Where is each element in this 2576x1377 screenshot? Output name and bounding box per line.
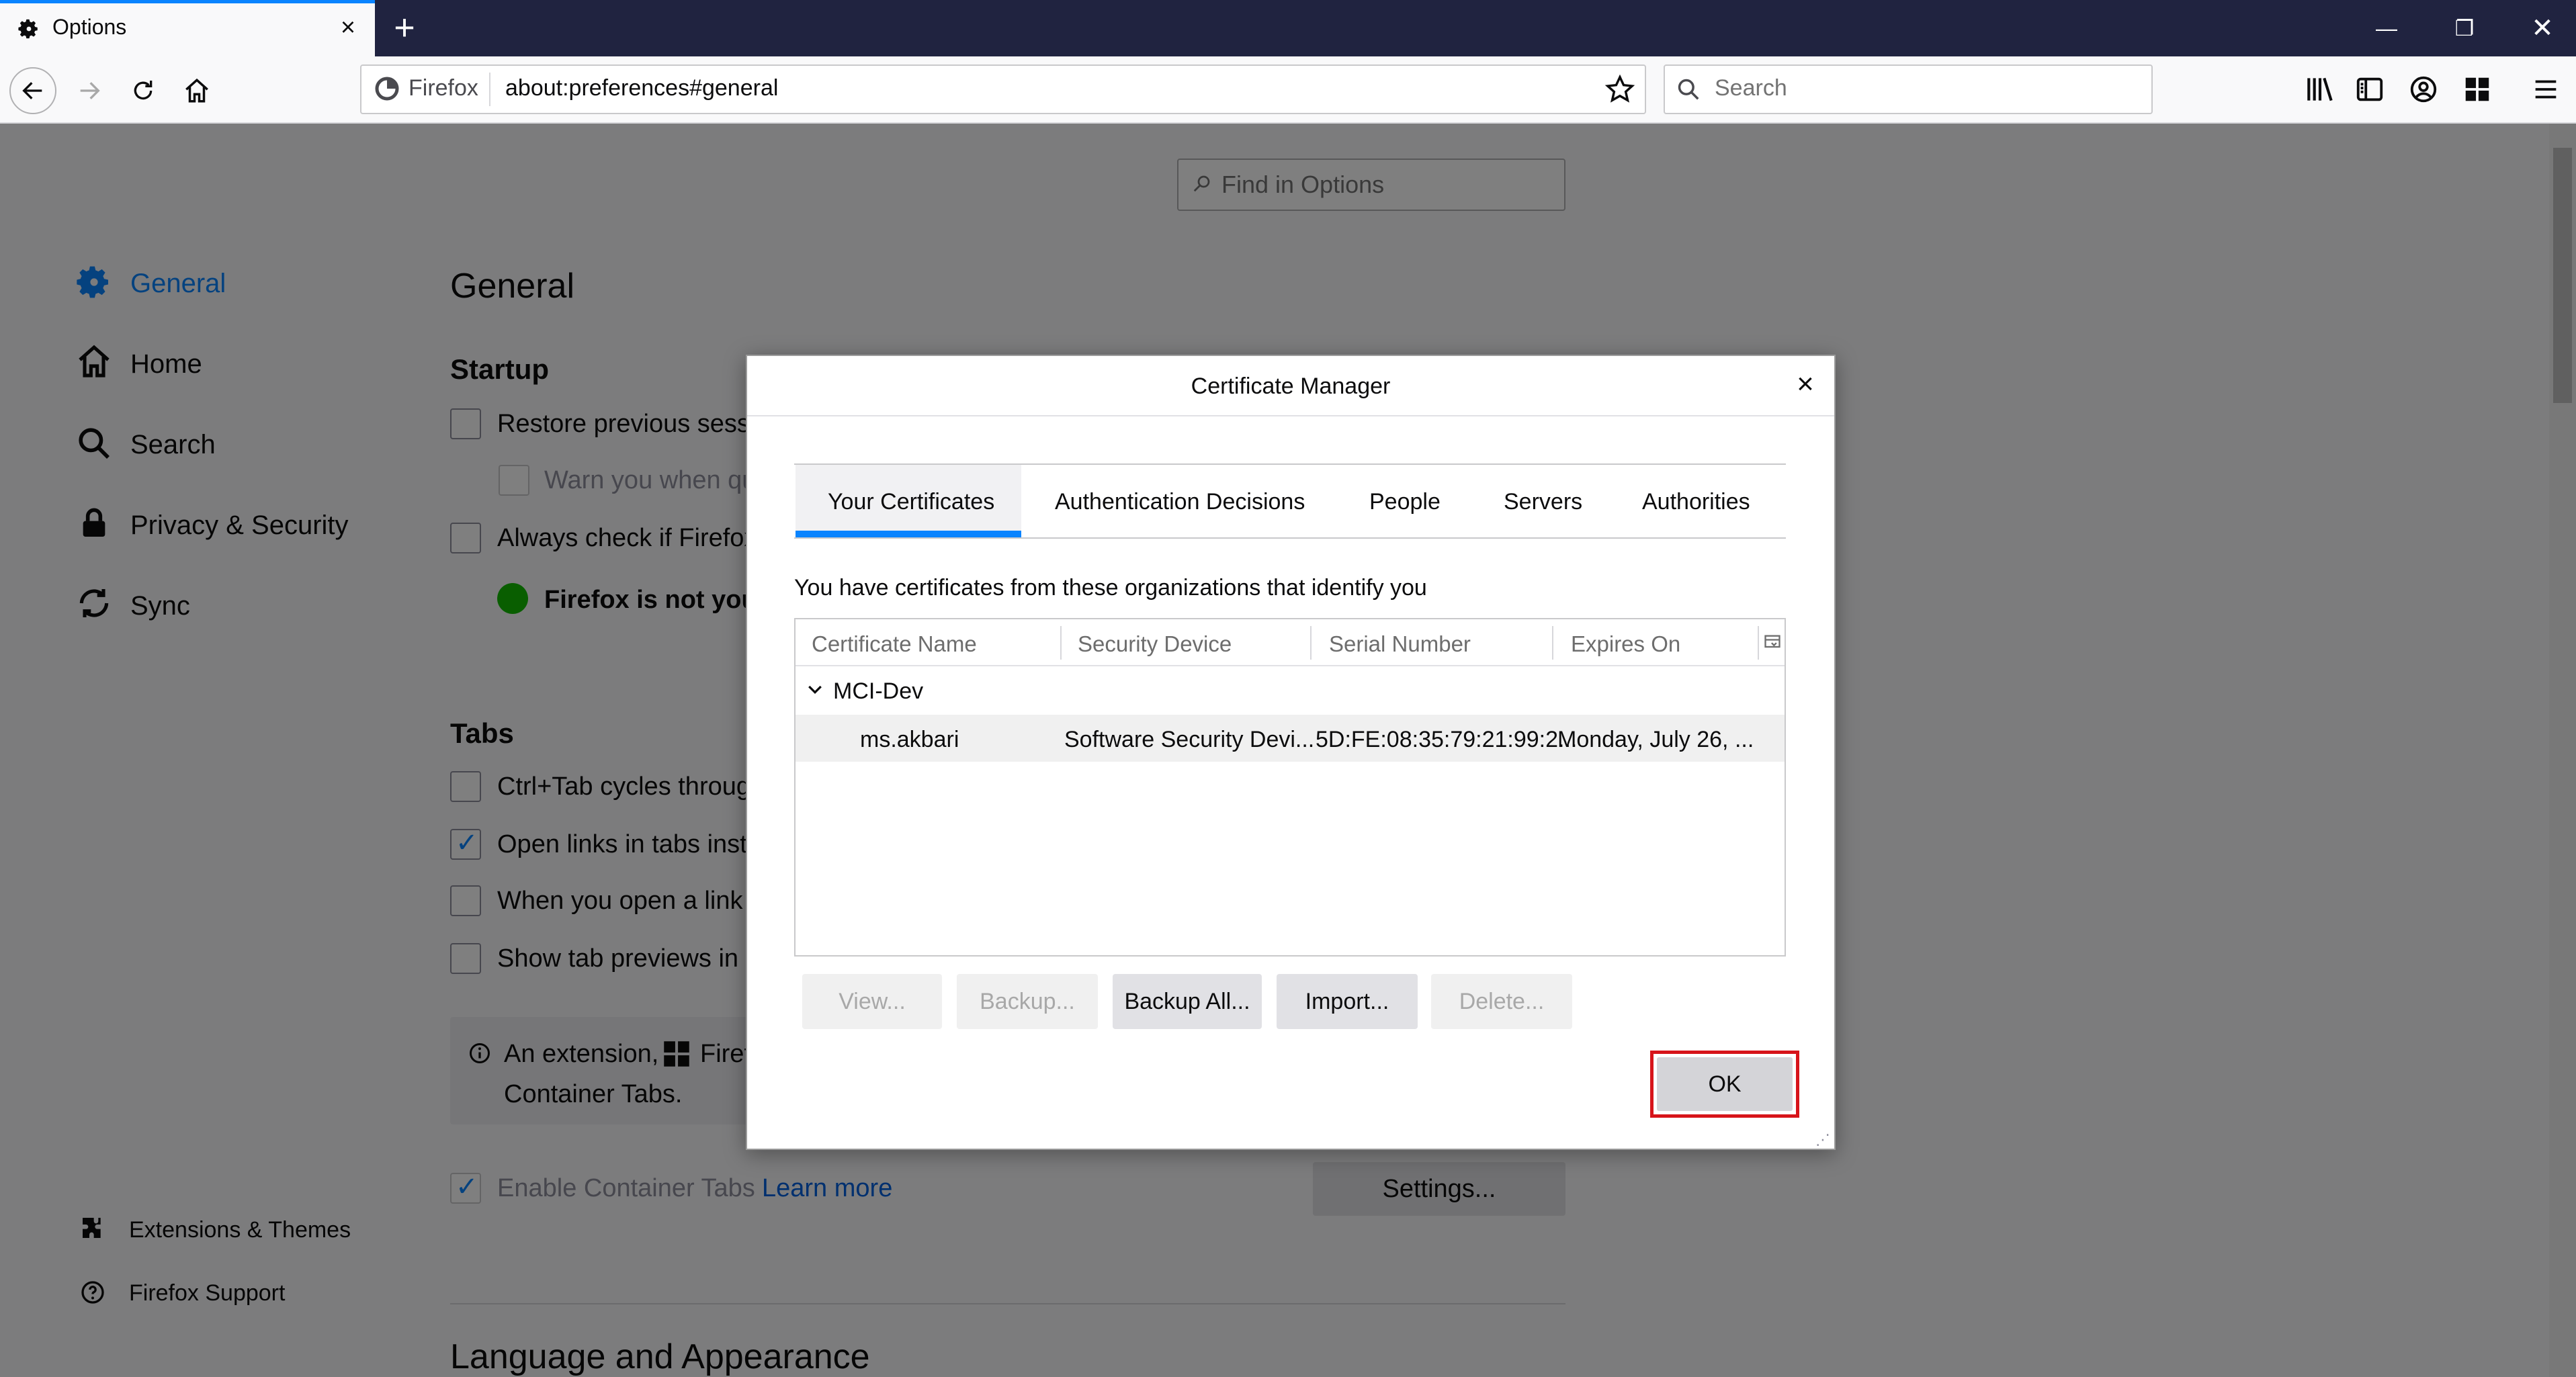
column-separator[interactable] <box>1552 626 1553 660</box>
column-expires-on[interactable]: Expires On <box>1571 631 1680 657</box>
tab-servers[interactable]: Servers <box>1504 489 1582 515</box>
home-icon <box>185 78 208 103</box>
close-tab-icon[interactable]: × <box>335 15 361 42</box>
column-picker-icon[interactable] <box>1763 633 1782 652</box>
back-arrow-icon <box>22 82 42 99</box>
column-serial-number[interactable]: Serial Number <box>1329 631 1471 657</box>
url-separator <box>489 73 490 106</box>
tab-people[interactable]: People <box>1369 489 1441 515</box>
chevron-down-icon[interactable] <box>805 680 825 700</box>
tabs-bottom-line <box>794 537 1786 539</box>
column-separator[interactable] <box>1758 626 1759 660</box>
dialog-title-separator <box>747 415 1834 416</box>
library-icon[interactable] <box>2303 73 2337 106</box>
cell-serial-number: 5D:FE:08:35:79:21:99:2... <box>1316 727 1578 752</box>
gear-icon <box>17 17 40 40</box>
close-window-icon[interactable]: ✕ <box>2503 0 2576 56</box>
delete-button[interactable]: Delete... <box>1431 974 1572 1029</box>
tab-authentication-decisions[interactable]: Authentication Decisions <box>1055 489 1305 515</box>
new-tab-button[interactable]: + <box>387 9 422 46</box>
search-placeholder: Search <box>1715 75 1787 101</box>
tab-title: Options <box>52 15 127 39</box>
restore-window-icon[interactable]: ❐ <box>2425 0 2503 56</box>
forward-arrow-icon <box>80 82 100 99</box>
column-security-device[interactable]: Security Device <box>1078 631 1232 657</box>
reload-icon <box>134 81 153 100</box>
resize-grip-icon[interactable]: ⋰ <box>1815 1131 1830 1149</box>
dialog-title: Certificate Manager <box>1191 373 1391 399</box>
hamburger-menu-icon[interactable] <box>2530 74 2561 105</box>
forward-button[interactable] <box>66 67 113 114</box>
backup-button[interactable]: Backup... <box>957 974 1098 1029</box>
certificates-description: You have certificates from these organiz… <box>794 575 1427 601</box>
cell-security-device: Software Security Devi... <box>1064 727 1315 752</box>
column-separator[interactable] <box>1310 626 1312 660</box>
column-separator[interactable] <box>1060 626 1062 660</box>
column-certificate-name[interactable]: Certificate Name <box>812 631 977 657</box>
back-button[interactable] <box>9 67 56 114</box>
tab-your-certificates[interactable]: Your Certificates <box>828 489 994 515</box>
account-icon[interactable] <box>2408 74 2439 105</box>
home-button[interactable] <box>173 67 220 114</box>
url-text[interactable]: about:preferences#general <box>505 75 778 101</box>
search-icon <box>1676 77 1701 102</box>
import-button[interactable]: Import... <box>1277 974 1418 1029</box>
reload-button[interactable] <box>120 67 167 114</box>
sidebar-icon[interactable] <box>2354 74 2385 105</box>
dialog-close-icon[interactable]: × <box>1790 369 1821 400</box>
backup-all-button[interactable]: Backup All... <box>1113 974 1262 1029</box>
ok-button[interactable]: OK <box>1657 1057 1793 1111</box>
firefox-identity-icon <box>374 75 400 102</box>
extensions-grid-icon[interactable] <box>2462 74 2493 105</box>
minimize-icon[interactable]: — <box>2348 0 2425 56</box>
certificates-tree[interactable] <box>794 618 1786 957</box>
cell-certificate-name: ms.akbari <box>860 727 959 752</box>
identity-label: Firefox <box>409 75 478 101</box>
tab-authorities[interactable]: Authorities <box>1642 489 1750 515</box>
selected-tab-indicator <box>796 531 1021 537</box>
view-button[interactable]: View... <box>802 974 942 1029</box>
tree-group-mci-dev[interactable]: MCI-Dev <box>833 678 923 705</box>
bookmark-star-icon[interactable] <box>1604 74 1635 105</box>
cell-expires-on: Monday, July 26, ... <box>1557 727 1754 752</box>
